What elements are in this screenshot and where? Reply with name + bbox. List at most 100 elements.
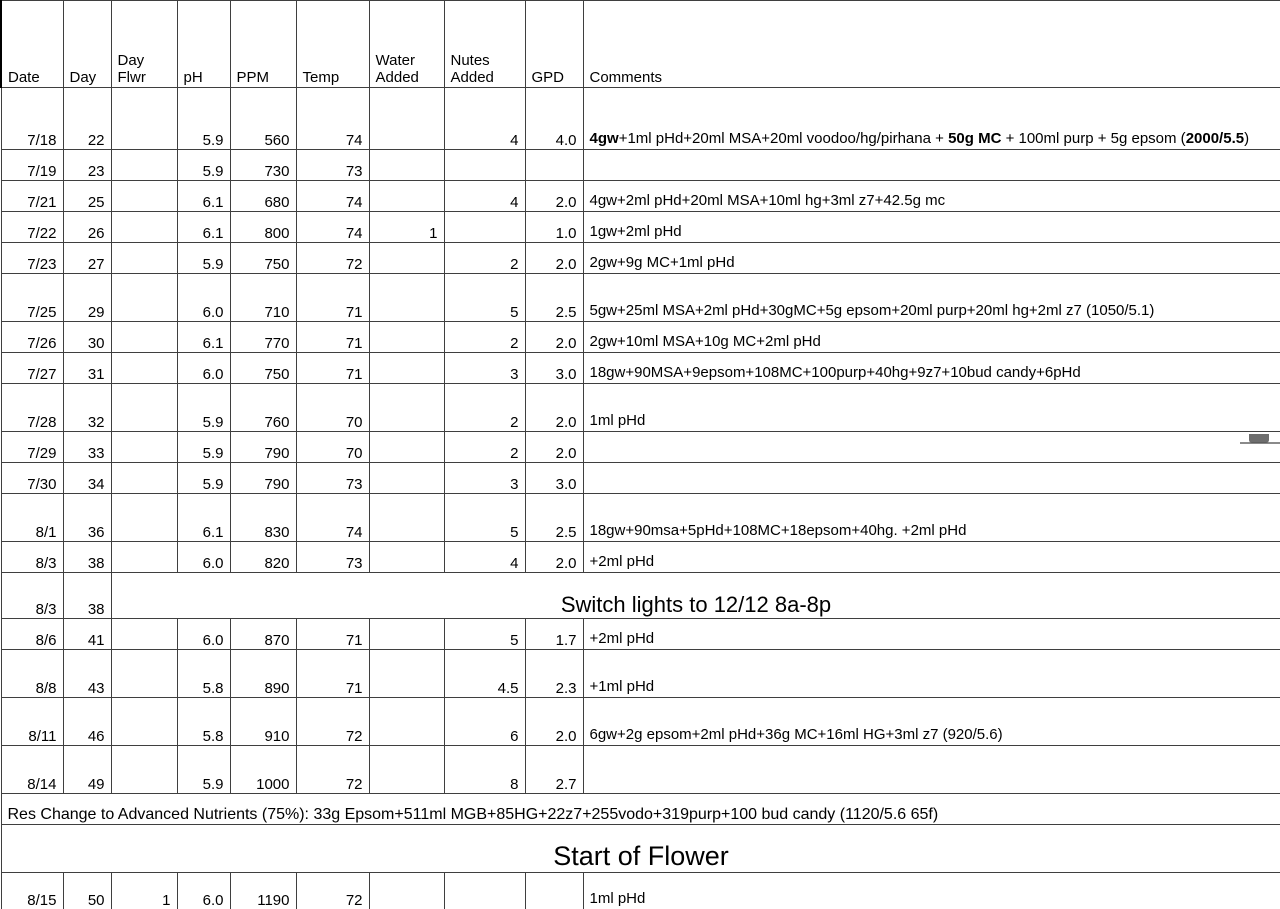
cell-day-flwr[interactable] <box>110 321 178 353</box>
cell-gpd[interactable]: 2.0 <box>524 242 584 274</box>
cell-temp[interactable]: 73 <box>295 462 370 494</box>
cell-day[interactable]: 36 <box>62 493 112 542</box>
cell-water-added[interactable] <box>368 649 445 698</box>
cell-date[interactable]: 8/11 <box>0 697 64 746</box>
cell-gpd[interactable]: 3.0 <box>524 352 584 384</box>
cell-date[interactable]: 7/19 <box>0 149 64 181</box>
cell-day[interactable]: 30 <box>62 321 112 353</box>
cell-comments[interactable]: +2ml pHd <box>582 618 1280 650</box>
cell-day-flwr[interactable] <box>110 352 178 384</box>
cell-nutes-added[interactable]: 3 <box>443 352 526 384</box>
cell-day[interactable]: 32 <box>62 383 112 432</box>
cell-ppm[interactable]: 890 <box>229 649 297 698</box>
cell-ph[interactable]: 6.0 <box>176 618 231 650</box>
table-row[interactable]: 7/29 33 5.9 790 70 2 2.0 <box>0 431 1280 463</box>
cell-gpd[interactable]: 3.0 <box>524 462 584 494</box>
cell-temp[interactable]: 71 <box>295 618 370 650</box>
cell-ppm[interactable]: 560 <box>229 87 297 150</box>
table-row[interactable]: 7/22 26 6.1 800 74 1 1.0 1gw+2ml pHd <box>0 211 1280 243</box>
table-row[interactable]: 7/25 29 6.0 710 71 5 2.5 5gw+25ml MSA+2m… <box>0 273 1280 322</box>
cell-comments[interactable]: 18gw+90MSA+9epsom+108MC+100purp+40hg+9z7… <box>582 352 1280 384</box>
row-resize-handle-icon[interactable] <box>1249 434 1269 443</box>
cell-day[interactable]: 25 <box>62 180 112 212</box>
cell-comments[interactable]: 2gw+9g MC+1ml pHd <box>582 242 1280 274</box>
grow-log-table[interactable]: Date Day Day Flwr pH PPM Temp Water Added … <box>0 0 1280 909</box>
cell-temp[interactable]: 72 <box>295 745 370 794</box>
cell-nutes-added[interactable] <box>443 149 526 181</box>
cell-temp[interactable]: 74 <box>295 87 370 150</box>
cell-day[interactable]: 27 <box>62 242 112 274</box>
column-header-date[interactable]: Date <box>0 0 64 88</box>
cell-temp[interactable]: 74 <box>295 180 370 212</box>
cell-nutes-added[interactable]: 3 <box>443 462 526 494</box>
cell-day[interactable]: 33 <box>62 431 112 463</box>
cell-water-added[interactable] <box>368 431 445 463</box>
cell-ph[interactable]: 6.1 <box>176 180 231 212</box>
cell-nutes-added[interactable] <box>443 211 526 243</box>
cell-ppm[interactable]: 1000 <box>229 745 297 794</box>
cell-ph[interactable]: 6.1 <box>176 493 231 542</box>
column-header-ppm[interactable]: PPM <box>229 0 297 88</box>
cell-date[interactable]: 7/23 <box>0 242 64 274</box>
cell-temp[interactable]: 73 <box>295 149 370 181</box>
cell-comments[interactable]: 2gw+10ml MSA+10g MC+2ml pHd <box>582 321 1280 353</box>
column-header-day[interactable]: Day <box>62 0 112 88</box>
cell-temp[interactable]: 70 <box>295 431 370 463</box>
cell-gpd[interactable]: 4.0 <box>524 87 584 150</box>
cell-ph[interactable]: 5.9 <box>176 383 231 432</box>
table-row[interactable]: 8/1 36 6.1 830 74 5 2.5 18gw+90msa+5pHd+… <box>0 493 1280 542</box>
cell-date[interactable]: 7/27 <box>0 352 64 384</box>
cell-ppm[interactable]: 730 <box>229 149 297 181</box>
cell-temp[interactable]: 71 <box>295 321 370 353</box>
table-row[interactable]: 7/18 22 5.9 560 74 4 4.0 4gw+1ml pHd+20m… <box>0 87 1280 150</box>
cell-ph[interactable]: 6.1 <box>176 321 231 353</box>
cell-comments[interactable]: 18gw+90msa+5pHd+108MC+18epsom+40hg. +2ml… <box>582 493 1280 542</box>
cell-day-flwr[interactable] <box>110 618 178 650</box>
cell-nutes-added[interactable] <box>443 872 526 909</box>
cell-comments[interactable] <box>582 745 1280 794</box>
cell-ppm[interactable]: 1190 <box>229 872 297 909</box>
cell-date[interactable]: 7/21 <box>0 180 64 212</box>
cell-gpd[interactable] <box>524 872 584 909</box>
cell-ph[interactable]: 5.9 <box>176 87 231 150</box>
cell-water-added[interactable] <box>368 541 445 573</box>
cell-ph[interactable]: 6.0 <box>176 872 231 909</box>
cell-comments[interactable]: 1ml pHd <box>582 383 1280 432</box>
cell-day-flwr[interactable] <box>110 462 178 494</box>
cell-comments[interactable]: 5gw+25ml MSA+2ml pHd+30gMC+5g epsom+20ml… <box>582 273 1280 322</box>
cell-day[interactable]: 23 <box>62 149 112 181</box>
cell-comments[interactable]: 1ml pHd <box>582 872 1280 909</box>
cell-gpd[interactable]: 2.0 <box>524 697 584 746</box>
cell-ppm[interactable]: 790 <box>229 462 297 494</box>
cell-water-added[interactable] <box>368 493 445 542</box>
cell-day-flwr[interactable] <box>110 745 178 794</box>
table-row[interactable]: 7/21 25 6.1 680 74 4 2.0 4gw+2ml pHd+20m… <box>0 180 1280 212</box>
table-row[interactable]: 7/23 27 5.9 750 72 2 2.0 2gw+9g MC+1ml p… <box>0 242 1280 274</box>
cell-ph[interactable]: 5.9 <box>176 745 231 794</box>
cell-nutes-added[interactable]: 2 <box>443 321 526 353</box>
cell-comments[interactable]: +1ml pHd <box>582 649 1280 698</box>
table-row[interactable]: 7/28 32 5.9 760 70 2 2.0 1ml pHd <box>0 383 1280 432</box>
cell-day[interactable]: 50 <box>62 872 112 909</box>
start-of-flower-banner[interactable]: Start of Flower <box>0 824 1280 873</box>
cell-nutes-added[interactable]: 2 <box>443 431 526 463</box>
column-header-nutes-added[interactable]: Nutes Added <box>443 0 526 88</box>
start-of-flower-row[interactable]: Start of Flower <box>0 824 1280 873</box>
column-header-day-flwr[interactable]: Day Flwr <box>110 0 178 88</box>
cell-ph[interactable]: 6.0 <box>176 352 231 384</box>
cell-comments[interactable]: 4gw+1ml pHd+20ml MSA+20ml voodoo/hg/pirh… <box>582 87 1280 150</box>
column-header-gpd[interactable]: GPD <box>524 0 584 88</box>
cell-ppm[interactable]: 830 <box>229 493 297 542</box>
res-change-banner[interactable]: Res Change to Advanced Nutrients (75%): … <box>0 793 1280 825</box>
cell-ph[interactable]: 5.9 <box>176 431 231 463</box>
cell-gpd[interactable]: 2.7 <box>524 745 584 794</box>
cell-temp[interactable]: 72 <box>295 697 370 746</box>
cell-day-flwr[interactable]: 1 <box>110 872 178 909</box>
cell-nutes-added[interactable]: 8 <box>443 745 526 794</box>
cell-water-added[interactable] <box>368 745 445 794</box>
cell-date[interactable]: 8/8 <box>0 649 64 698</box>
cell-day-flwr[interactable] <box>110 431 178 463</box>
cell-comments[interactable] <box>582 431 1280 463</box>
cell-date[interactable]: 7/30 <box>0 462 64 494</box>
cell-ph[interactable]: 6.0 <box>176 541 231 573</box>
